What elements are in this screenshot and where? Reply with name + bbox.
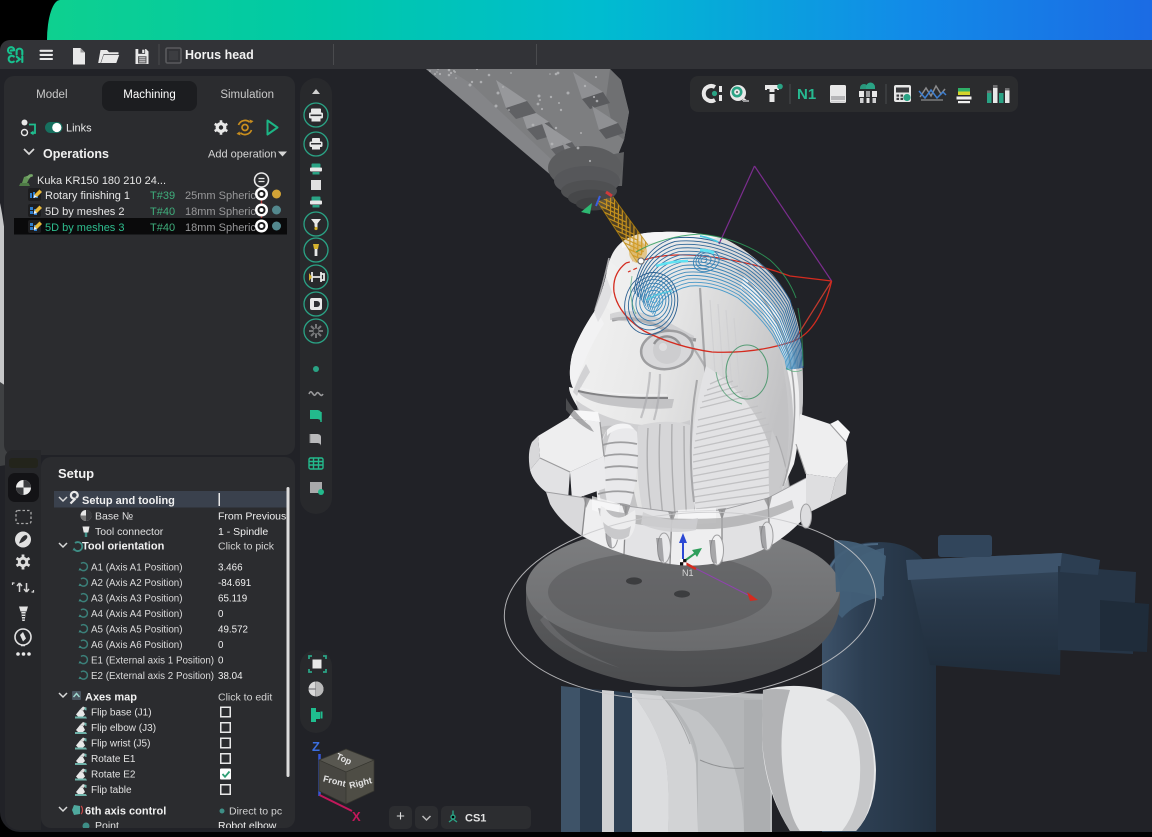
svg-text:From Previous: From Previous bbox=[218, 511, 286, 523]
svg-text:A5 (Axis A5 Position): A5 (Axis A5 Position) bbox=[91, 625, 182, 636]
svg-text:0: 0 bbox=[218, 609, 224, 620]
svg-text:E2 (External axis 2 Position): E2 (External axis 2 Position) bbox=[91, 671, 214, 682]
svg-text:5D by meshes 3: 5D by meshes 3 bbox=[45, 222, 124, 234]
svg-text:Direct to pc: Direct to pc bbox=[229, 806, 282, 818]
svg-text:Flip wrist (J5): Flip wrist (J5) bbox=[91, 739, 150, 750]
svg-text:Tool connector: Tool connector bbox=[95, 526, 164, 538]
svg-text:Base №: Base № bbox=[95, 511, 133, 523]
svg-text:A1 (Axis A1 Position): A1 (Axis A1 Position) bbox=[91, 563, 182, 574]
svg-text:Setup: Setup bbox=[58, 466, 94, 481]
svg-text:Tool orientation: Tool orientation bbox=[82, 541, 165, 553]
svg-text:49.572: 49.572 bbox=[218, 625, 248, 636]
svg-text:T#39: T#39 bbox=[150, 190, 175, 202]
svg-text:Flip table: Flip table bbox=[91, 785, 132, 796]
svg-text:65.119: 65.119 bbox=[218, 594, 247, 605]
svg-text:Rotary finishing 1: Rotary finishing 1 bbox=[45, 190, 130, 202]
svg-text:Point: Point bbox=[95, 820, 119, 828]
svg-text:Rotate E1: Rotate E1 bbox=[91, 754, 136, 765]
svg-text:CS1: CS1 bbox=[465, 813, 486, 825]
svg-text:A6 (Axis A6 Position): A6 (Axis A6 Position) bbox=[91, 640, 182, 651]
svg-text:Click to edit: Click to edit bbox=[218, 692, 272, 704]
svg-text:Add operation: Add operation bbox=[208, 149, 277, 161]
svg-text:Flip base (J1): Flip base (J1) bbox=[91, 708, 152, 719]
svg-text:Links: Links bbox=[66, 123, 92, 135]
svg-text:N1: N1 bbox=[797, 86, 816, 103]
svg-text:A4 (Axis A4 Position): A4 (Axis A4 Position) bbox=[91, 609, 182, 620]
svg-text:Flip elbow (J3): Flip elbow (J3) bbox=[91, 723, 156, 734]
svg-text:5D by meshes 2: 5D by meshes 2 bbox=[45, 206, 124, 218]
svg-text:E1 (External axis 1 Position): E1 (External axis 1 Position) bbox=[91, 656, 214, 667]
svg-text:0: 0 bbox=[218, 640, 224, 651]
svg-text:X: X bbox=[352, 809, 361, 824]
svg-text:18mm Spherica: 18mm Spherica bbox=[185, 222, 263, 234]
svg-text:Click to pick: Click to pick bbox=[218, 541, 275, 553]
svg-text:Operations: Operations bbox=[43, 147, 109, 161]
svg-text:1 - Spindle: 1 - Spindle bbox=[218, 526, 268, 538]
svg-text:0: 0 bbox=[218, 656, 224, 667]
svg-text:Robot elbow: Robot elbow bbox=[218, 820, 277, 828]
svg-text:T#40: T#40 bbox=[150, 222, 175, 234]
svg-text:T#40: T#40 bbox=[150, 206, 175, 218]
svg-text:-84.691: -84.691 bbox=[218, 578, 251, 589]
svg-text:Z: Z bbox=[312, 739, 320, 754]
svg-text:Axes map: Axes map bbox=[85, 692, 137, 704]
svg-text:6th axis control: 6th axis control bbox=[85, 806, 166, 818]
svg-text:A3 (Axis A3 Position): A3 (Axis A3 Position) bbox=[91, 594, 182, 605]
svg-text:Rotate E2: Rotate E2 bbox=[91, 770, 136, 781]
svg-text:A2 (Axis A2 Position): A2 (Axis A2 Position) bbox=[91, 578, 182, 589]
svg-text:18mm Spherica: 18mm Spherica bbox=[185, 206, 263, 218]
svg-text:Setup and tooling: Setup and tooling bbox=[82, 495, 175, 507]
svg-text:N1: N1 bbox=[682, 568, 694, 578]
svg-text:25mm Spherica: 25mm Spherica bbox=[185, 190, 263, 202]
svg-text:Horus head: Horus head bbox=[185, 48, 254, 62]
svg-text:Kuka KR150 180 210 24...: Kuka KR150 180 210 24... bbox=[37, 175, 166, 187]
svg-text:38.04: 38.04 bbox=[218, 671, 243, 682]
svg-text:3.466: 3.466 bbox=[218, 563, 243, 574]
